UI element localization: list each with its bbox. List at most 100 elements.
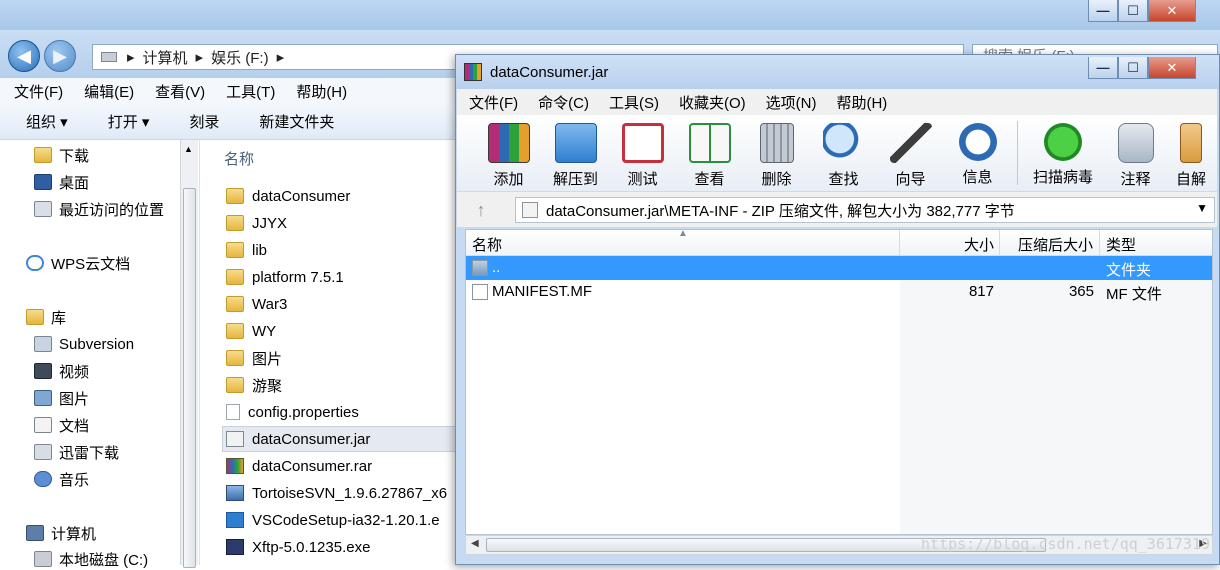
menu-favorites[interactable]: 收藏夹(O): [671, 92, 754, 113]
info-button[interactable]: 信息: [944, 115, 1011, 191]
archive-path-text: dataConsumer.jar\META-INF - ZIP 压缩文件, 解包…: [546, 202, 1015, 220]
nav-item-music[interactable]: 音乐: [34, 468, 89, 490]
virus-scan-button[interactable]: 扫描病毒: [1024, 115, 1102, 191]
extract-to-button[interactable]: 解压到: [542, 115, 609, 191]
navigation-scrollbar[interactable]: ▲: [180, 140, 198, 568]
minimize-button[interactable]: —: [1088, 57, 1118, 79]
cell-type: 文件夹: [1106, 262, 1152, 279]
nav-item-subversion[interactable]: Subversion: [34, 333, 134, 355]
subversion-icon: [34, 336, 52, 352]
nav-label: 桌面: [59, 174, 90, 192]
column-header-size[interactable]: 大小: [964, 234, 994, 255]
back-button[interactable]: ◀: [8, 40, 40, 72]
archive-row[interactable]: MANIFEST.MF 817 365 MF 文件: [466, 280, 1212, 304]
menu-file[interactable]: 文件(F): [461, 92, 526, 113]
file-item[interactable]: War3: [226, 292, 287, 316]
menu-view[interactable]: 查看(V): [141, 81, 212, 102]
test-button[interactable]: 测试: [609, 115, 676, 191]
column-divider[interactable]: [1099, 230, 1100, 256]
file-name: config.properties: [248, 403, 359, 421]
file-name: dataConsumer.rar: [252, 457, 373, 475]
nav-label: 视频: [59, 363, 90, 381]
toolbar-label: 解压到: [552, 171, 598, 188]
menu-options[interactable]: 选项(N): [758, 92, 825, 113]
drive-icon: [101, 52, 117, 62]
nav-item-local-disk-c[interactable]: 本地磁盘 (C:): [34, 548, 148, 570]
column-header-type[interactable]: 类型: [1106, 234, 1136, 255]
maximize-button[interactable]: ☐: [1118, 57, 1148, 79]
file-name: JJYX: [252, 214, 288, 232]
file-item[interactable]: dataConsumer.jar: [226, 427, 370, 451]
nav-item-documents[interactable]: 文档: [34, 414, 89, 436]
new-folder-button[interactable]: 新建文件夹: [233, 111, 348, 132]
file-name: 游聚: [252, 377, 283, 395]
file-item[interactable]: WY: [226, 319, 276, 343]
file-item[interactable]: TortoiseSVN_1.9.6.27867_x6: [226, 481, 447, 505]
file-item[interactable]: VSCodeSetup-ia32-1.20.1.e: [226, 508, 440, 532]
maximize-button[interactable]: ☐: [1118, 0, 1148, 22]
column-divider[interactable]: [999, 230, 1000, 256]
nav-item-computer[interactable]: 计算机: [26, 522, 96, 544]
toolbar-label: 信息: [962, 169, 993, 186]
sfx-button[interactable]: 自解: [1169, 115, 1213, 191]
file-item[interactable]: dataConsumer.rar: [226, 454, 372, 478]
nav-item-downloads[interactable]: 下载: [34, 144, 89, 166]
document-icon: [226, 404, 240, 420]
nav-item-recent[interactable]: 最近访问的位置: [34, 198, 164, 220]
chevron-down-icon[interactable]: ▼: [1196, 201, 1208, 215]
breadcrumb-drive[interactable]: 娱乐 (F:): [211, 47, 269, 68]
column-header-packed[interactable]: 压缩后大小: [1018, 234, 1093, 255]
find-icon: [822, 123, 865, 163]
scroll-left-icon[interactable]: ◀: [471, 538, 479, 549]
close-button[interactable]: ✕: [1148, 57, 1196, 79]
menu-tools[interactable]: 工具(T): [212, 81, 282, 102]
archive-row[interactable]: .. 文件夹: [466, 256, 1212, 280]
nav-item-library[interactable]: 库: [26, 306, 66, 328]
minimize-button[interactable]: —: [1088, 0, 1118, 22]
forward-button[interactable]: ▶: [44, 40, 76, 72]
delete-button[interactable]: 删除: [743, 115, 810, 191]
menu-edit[interactable]: 编辑(E): [70, 81, 141, 102]
file-item[interactable]: lib: [226, 238, 267, 262]
info-icon: [958, 123, 997, 161]
find-button[interactable]: 查找: [810, 115, 877, 191]
burn-button[interactable]: 刻录: [163, 111, 233, 132]
breadcrumb-computer[interactable]: 计算机: [143, 47, 188, 68]
explorer-titlebar: — ☐ ✕: [0, 0, 1220, 30]
scroll-thumb[interactable]: [183, 188, 196, 568]
file-item[interactable]: Xftp-5.0.1235.exe: [226, 535, 370, 559]
nav-item-videos[interactable]: 视频: [34, 360, 89, 382]
nav-item-thunder[interactable]: 迅雷下载: [34, 441, 119, 463]
up-folder-button[interactable]: ↑: [469, 198, 493, 222]
file-item[interactable]: platform 7.5.1: [226, 265, 344, 289]
file-item[interactable]: dataConsumer: [226, 184, 350, 208]
videos-icon: [34, 363, 52, 379]
menu-help[interactable]: 帮助(H): [828, 92, 895, 113]
archive-path-combobox[interactable]: dataConsumer.jar\META-INF - ZIP 压缩文件, 解包…: [515, 197, 1215, 223]
menu-file[interactable]: 文件(F): [0, 81, 70, 102]
open-button[interactable]: 打开 ▾: [82, 111, 164, 132]
nav-item-desktop[interactable]: 桌面: [34, 171, 89, 193]
wizard-button[interactable]: 向导: [877, 115, 944, 191]
file-item[interactable]: 游聚: [226, 373, 282, 397]
comment-button[interactable]: 注释: [1102, 115, 1169, 191]
file-item[interactable]: config.properties: [226, 400, 359, 424]
file-item[interactable]: 图片: [226, 346, 282, 370]
add-button[interactable]: 添加: [475, 115, 542, 191]
organize-button[interactable]: 组织 ▾: [0, 111, 82, 132]
nav-label: 迅雷下载: [59, 444, 120, 462]
arrow-up-icon: ↑: [476, 199, 486, 220]
file-item[interactable]: JJYX: [226, 211, 287, 235]
column-divider[interactable]: [899, 230, 900, 256]
nav-item-wps-cloud[interactable]: WPS云文档: [26, 252, 130, 274]
column-header-name[interactable]: 名称: [224, 148, 254, 169]
view-button[interactable]: 查看: [676, 115, 743, 191]
close-button[interactable]: ✕: [1148, 0, 1196, 22]
nav-item-pictures[interactable]: 图片: [34, 387, 89, 409]
folder-icon: [226, 350, 244, 366]
menu-commands[interactable]: 命令(C): [530, 92, 597, 113]
menu-help[interactable]: 帮助(H): [282, 81, 354, 102]
column-header-name[interactable]: 名称: [472, 234, 502, 255]
menu-tools[interactable]: 工具(S): [601, 92, 667, 113]
scroll-up-icon[interactable]: ▲: [184, 144, 193, 154]
